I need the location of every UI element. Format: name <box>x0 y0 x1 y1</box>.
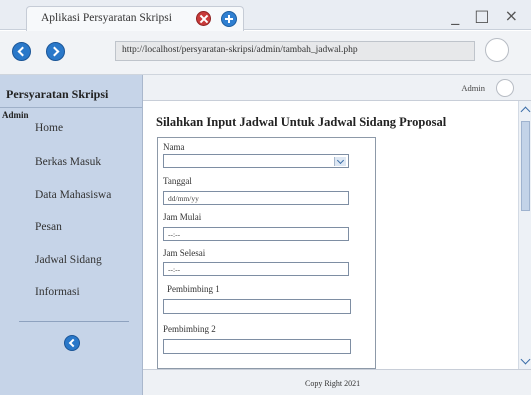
collapse-sidebar-icon[interactable] <box>64 335 80 351</box>
chevron-down-icon[interactable] <box>334 157 346 166</box>
sidebar-menu: Home Berkas Masuk Data Mahasiswa Pesan J… <box>0 120 142 315</box>
browser-tab[interactable]: Aplikasi Persyaratan Skripsi <box>26 6 244 31</box>
jam-selesai-label: Jam Selesai <box>163 248 206 258</box>
jam-selesai-input[interactable]: --:-- <box>163 262 349 276</box>
forward-arrow-icon[interactable] <box>46 42 65 61</box>
tab-title: Aplikasi Persyaratan Skripsi <box>41 12 172 24</box>
pembimbing1-input[interactable] <box>163 299 351 314</box>
footer: Copy Right 2021 <box>143 369 531 395</box>
main-content: Silahkan Input Jadwal Untuk Jadwal Sidan… <box>143 101 518 369</box>
new-tab-icon[interactable] <box>221 11 237 27</box>
user-label: Admin <box>461 83 485 93</box>
pembimbing2-input[interactable] <box>163 339 351 354</box>
sidebar-item-pesan[interactable]: Pesan <box>0 217 142 250</box>
tanggal-label: Tanggal <box>163 176 192 186</box>
browser-title-bar: Aplikasi Persyaratan Skripsi _ □ × <box>0 0 531 31</box>
address-bar[interactable]: http://localhost/persyaratan-skripsi/adm… <box>115 41 475 61</box>
user-avatar-icon[interactable] <box>496 79 514 97</box>
footer-copyright: Copy Right 2021 <box>305 379 361 388</box>
scroll-up-icon[interactable] <box>520 106 531 117</box>
content-scrollbar[interactable] <box>518 101 531 369</box>
sidebar-item-berkas-masuk[interactable]: Berkas Masuk <box>0 152 142 185</box>
scroll-thumb[interactable] <box>521 121 530 211</box>
top-header: Admin <box>143 75 531 101</box>
pembimbing2-label: Pembimbing 2 <box>163 324 216 334</box>
sidebar-item-home[interactable]: Home <box>0 120 142 152</box>
jam-mulai-input[interactable]: --:-- <box>163 227 349 241</box>
nama-label: Nama <box>163 142 185 152</box>
browser-nav-bar: http://localhost/persyaratan-skripsi/adm… <box>0 31 531 75</box>
schedule-form: Nama Tanggal dd/mm/yy Jam Mulai --:-- Ja… <box>157 137 376 369</box>
close-tab-icon[interactable] <box>196 11 211 26</box>
browser-round-button[interactable] <box>485 38 509 62</box>
page-title: Silahkan Input Jadwal Untuk Jadwal Sidan… <box>156 115 447 129</box>
tanggal-input[interactable]: dd/mm/yy <box>163 191 349 205</box>
nama-select[interactable] <box>163 154 349 168</box>
sidebar-title: Persyaratan Skripsi <box>0 75 142 108</box>
sidebar: Persyaratan Skripsi Admin Home Berkas Ma… <box>0 75 143 395</box>
window-controls[interactable]: _ □ × <box>451 6 523 25</box>
sidebar-divider <box>19 321 129 322</box>
sidebar-item-informasi[interactable]: Informasi <box>0 282 142 315</box>
jam-mulai-label: Jam Mulai <box>163 212 202 222</box>
scroll-down-icon[interactable] <box>520 354 531 365</box>
sidebar-item-data-mahasiswa[interactable]: Data Mahasiswa <box>0 185 142 218</box>
sidebar-item-jadwal-sidang[interactable]: Jadwal Sidang <box>0 250 142 283</box>
sidebar-role-label: Admin <box>2 110 29 120</box>
back-arrow-icon[interactable] <box>12 42 31 61</box>
pembimbing1-label: Pembimbing 1 <box>167 284 220 294</box>
